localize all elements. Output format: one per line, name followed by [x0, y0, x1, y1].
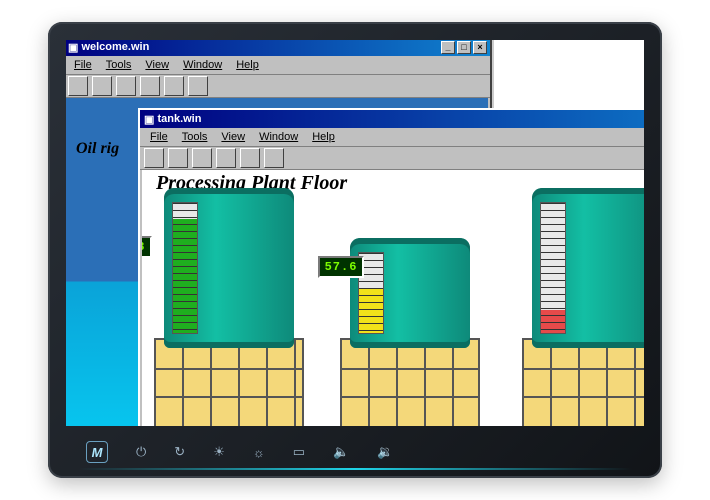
tool-button[interactable]	[264, 148, 284, 168]
gauge-ticks	[541, 203, 565, 333]
accent-line	[78, 468, 632, 470]
tool-button[interactable]	[92, 76, 112, 96]
tool-button[interactable]	[216, 148, 236, 168]
titlebar-text: welcome.win	[81, 41, 149, 53]
titlebar-text: tank.win	[157, 113, 201, 125]
menubar-tank: File Tools View Window Help	[140, 128, 644, 146]
menu-window[interactable]: Window	[253, 130, 304, 144]
brand-logo: M	[86, 441, 108, 463]
volume-down-icon[interactable]: 🔈	[333, 444, 349, 460]
tool-button[interactable]	[164, 76, 184, 96]
menu-file[interactable]: File	[68, 58, 98, 72]
brightness-up-icon[interactable]: ☼	[253, 445, 265, 460]
gauge-ticks	[173, 203, 197, 333]
tank-body	[532, 188, 644, 348]
tool-button[interactable]	[68, 76, 88, 96]
tank-stand	[522, 338, 644, 426]
readout-tank1: 91.8	[142, 236, 152, 258]
menu-tools[interactable]: Tools	[100, 58, 138, 72]
readout-tank2: 57.6	[318, 256, 364, 278]
tool-button[interactable]	[168, 148, 188, 168]
tool-button[interactable]	[240, 148, 260, 168]
monitor-bezel: ▣ welcome.win _ □ × File Tools View Wind…	[48, 22, 662, 478]
screen-area: ▣ welcome.win _ □ × File Tools View Wind…	[66, 40, 644, 426]
client-tank: Processing Plant Floor 91.8	[142, 170, 644, 426]
tool-button[interactable]	[140, 76, 160, 96]
toolbar-tank	[140, 146, 644, 170]
titlebar-tank[interactable]: ▣ tank.win _ □ ×	[140, 110, 644, 128]
tank-stand	[340, 338, 480, 426]
titlebar-welcome[interactable]: ▣ welcome.win _ □ ×	[66, 40, 490, 56]
brightness-down-icon[interactable]: ☀	[213, 444, 225, 460]
close-button[interactable]: ×	[473, 41, 487, 54]
menu-file[interactable]: File	[144, 130, 174, 144]
reset-icon[interactable]: ↻	[174, 444, 185, 460]
tank-body	[164, 188, 294, 348]
power-icon[interactable]: ⏻	[136, 444, 146, 460]
titlebar-icon: ▣	[144, 113, 157, 126]
minimize-button[interactable]: _	[441, 41, 455, 54]
volume-up-icon[interactable]: 🔉	[377, 444, 393, 460]
tool-button[interactable]	[144, 148, 164, 168]
menu-view[interactable]: View	[139, 58, 175, 72]
menu-icon[interactable]: ▭	[293, 444, 305, 460]
menu-window[interactable]: Window	[177, 58, 228, 72]
tank-stand	[154, 338, 304, 426]
level-gauge	[172, 202, 198, 334]
maximize-button[interactable]: □	[457, 41, 471, 54]
titlebar-icon: ▣	[68, 41, 81, 54]
readout-value: 91.8	[142, 240, 145, 254]
window-tank: ▣ tank.win _ □ × File Tools View Window …	[138, 108, 644, 426]
tank-body	[350, 238, 470, 348]
menu-help[interactable]: Help	[306, 130, 341, 144]
menu-help[interactable]: Help	[230, 58, 265, 72]
toolbar-welcome	[66, 74, 490, 98]
bezel-controls: M ⏻ ↻ ☀ ☼ ▭ 🔈 🔉	[48, 426, 662, 478]
menu-tools[interactable]: Tools	[176, 130, 214, 144]
level-gauge	[540, 202, 566, 334]
menubar-welcome: File Tools View Window Help	[66, 56, 490, 74]
readout-value: 57.6	[325, 260, 358, 274]
oil-rig-label: Oil rig	[76, 140, 119, 158]
tool-button[interactable]	[116, 76, 136, 96]
tool-button[interactable]	[192, 148, 212, 168]
tool-button[interactable]	[188, 76, 208, 96]
menu-view[interactable]: View	[215, 130, 251, 144]
